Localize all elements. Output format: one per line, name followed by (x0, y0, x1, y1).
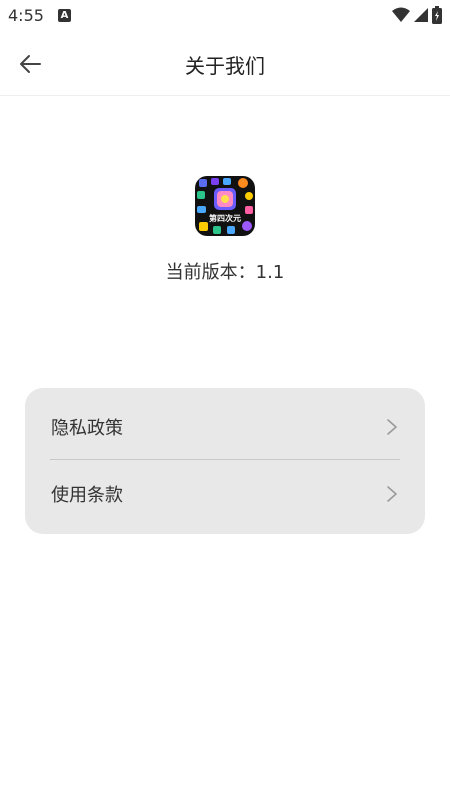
status-left: 4:55 A (8, 6, 71, 25)
settings-menu: 隐私政策 使用条款 (25, 388, 425, 534)
logo-text: 第四次元 (209, 214, 241, 223)
wifi-icon (392, 7, 410, 22)
battery-icon (432, 6, 442, 24)
version-label: 当前版本：1.1 (165, 262, 285, 283)
menu-item-privacy-policy[interactable]: 隐私政策 (25, 394, 425, 460)
menu-divider (50, 459, 400, 460)
menu-item-terms-of-use[interactable]: 使用条款 (25, 461, 425, 527)
page-title: 关于我们 (185, 54, 265, 78)
menu-item-label: 隐私政策 (51, 418, 123, 439)
app-bar: 关于我们 (0, 30, 450, 96)
chevron-right-icon (387, 486, 397, 502)
menu-item-label: 使用条款 (51, 485, 123, 506)
status-bar: 4:55 A (0, 0, 450, 30)
signal-icon (414, 8, 428, 22)
app-logo: 第四次元 (195, 176, 255, 236)
notification-icon: A (57, 8, 71, 22)
chevron-right-icon (387, 419, 397, 435)
status-time: 4:55 (8, 5, 44, 25)
app-logo-graphic-icon (197, 178, 253, 234)
status-right (392, 6, 442, 24)
